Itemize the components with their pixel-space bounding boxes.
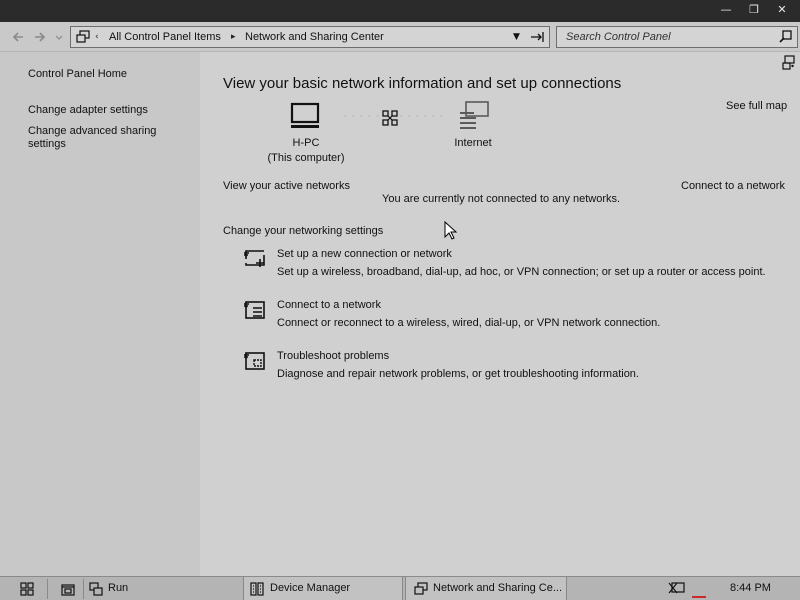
breadcrumb-network-and-sharing-center[interactable]: Network and Sharing Center xyxy=(245,30,384,44)
taskbar-run-label: Run xyxy=(108,582,129,594)
new-connection-icon xyxy=(244,250,265,267)
title-bar: — ❐ ✕ xyxy=(0,0,800,22)
troubleshoot-link[interactable]: Troubleshoot problems xyxy=(277,350,389,362)
change-adapter-settings-link[interactable]: Change adapter settings xyxy=(28,104,188,117)
taskbar-device-manager-label: Device Manager xyxy=(270,582,351,594)
address-toolbar: ‹ All Control Panel Items ▸ Network and … xyxy=(0,22,800,52)
computer-icon xyxy=(290,102,320,128)
connect-network-icon xyxy=(244,301,265,319)
network-sharing-center-icon xyxy=(414,582,428,595)
restore-button[interactable]: ❐ xyxy=(740,0,768,22)
run-icon xyxy=(89,582,103,596)
refresh-icon xyxy=(531,32,544,42)
address-dropdown-button[interactable]: ▼ xyxy=(513,30,520,44)
computer-name: H-PC xyxy=(292,137,320,149)
setup-connection-description: Set up a wireless, broadband, dial-up, a… xyxy=(277,266,766,278)
taskbar-network-sharing-center-label: Network and Sharing Ce... xyxy=(433,582,563,594)
help-icon[interactable] xyxy=(782,55,796,71)
start-icon[interactable] xyxy=(20,582,34,596)
taskbar-separator xyxy=(83,579,84,599)
connect-to-network-link[interactable]: Connect to a network xyxy=(681,180,785,192)
connect-network-description: Connect or reconnect to a wireless, wire… xyxy=(277,317,661,329)
search-box[interactable] xyxy=(556,26,798,48)
close-button[interactable]: ✕ xyxy=(768,0,796,22)
network-tray-icon[interactable] xyxy=(668,582,686,596)
troubleshoot-description: Diagnose and repair network problems, or… xyxy=(277,368,639,380)
taskbar-run[interactable]: Run xyxy=(86,577,240,600)
troubleshoot-icon xyxy=(244,352,265,370)
internet-icon xyxy=(460,101,489,129)
recent-pages-button[interactable] xyxy=(54,28,64,46)
change-advanced-sharing-settings-link[interactable]: Change advanced sharing settings xyxy=(28,125,168,151)
taskbar-separator xyxy=(47,579,48,599)
minimize-button[interactable]: — xyxy=(712,0,740,22)
internet-label: Internet xyxy=(454,137,492,149)
connect-network-link[interactable]: Connect to a network xyxy=(277,299,381,311)
refresh-button[interactable] xyxy=(529,29,545,49)
see-full-map-link[interactable]: See full map xyxy=(726,100,787,112)
breadcrumb-all-control-panel-items[interactable]: All Control Panel Items xyxy=(109,30,221,44)
search-icon[interactable] xyxy=(779,30,793,44)
search-input[interactable] xyxy=(557,27,775,47)
control-panel-icon xyxy=(76,30,90,43)
network-unknown-icon xyxy=(382,110,398,126)
setup-connection-link[interactable]: Set up a new connection or network xyxy=(277,248,452,260)
internet-node[interactable]: Internet xyxy=(443,100,503,150)
address-bar[interactable]: ‹ All Control Panel Items ▸ Network and … xyxy=(70,26,550,48)
active-networks-label: View your active networks xyxy=(223,180,350,192)
back-arrow-icon xyxy=(12,32,23,42)
not-connected-message: You are currently not connected to any n… xyxy=(382,193,621,205)
page-title: View your basic network information and … xyxy=(223,75,622,92)
tray-alert-indicator xyxy=(692,596,706,598)
taskbar: Run Device Manager Network and Sharing C… xyxy=(0,576,800,600)
settings-heading: Change your networking settings xyxy=(223,225,384,237)
taskbar-device-manager[interactable]: Device Manager xyxy=(243,577,403,600)
device-manager-icon xyxy=(250,582,264,596)
forward-arrow-icon xyxy=(35,32,46,42)
computer-caption: (This computer) xyxy=(267,152,345,164)
taskbar-clock[interactable]: 8:44 PM xyxy=(730,577,790,600)
back-button[interactable] xyxy=(10,28,26,46)
mouse-cursor-icon xyxy=(444,221,458,240)
breadcrumb-separator[interactable]: ▸ xyxy=(231,30,236,44)
forward-button[interactable] xyxy=(32,28,48,46)
taskbar-network-sharing-center[interactable]: Network and Sharing Ce... xyxy=(405,577,567,600)
control-panel-home-link[interactable]: Control Panel Home xyxy=(28,68,188,81)
recent-pages-chevron-icon xyxy=(55,35,63,40)
show-desktop-icon[interactable] xyxy=(61,582,75,596)
main-content-pane: View your basic network information and … xyxy=(200,52,800,576)
left-navigation-pane: Control Panel Home Change adapter settin… xyxy=(0,52,200,576)
breadcrumb-overflow[interactable]: ‹ xyxy=(95,30,99,44)
